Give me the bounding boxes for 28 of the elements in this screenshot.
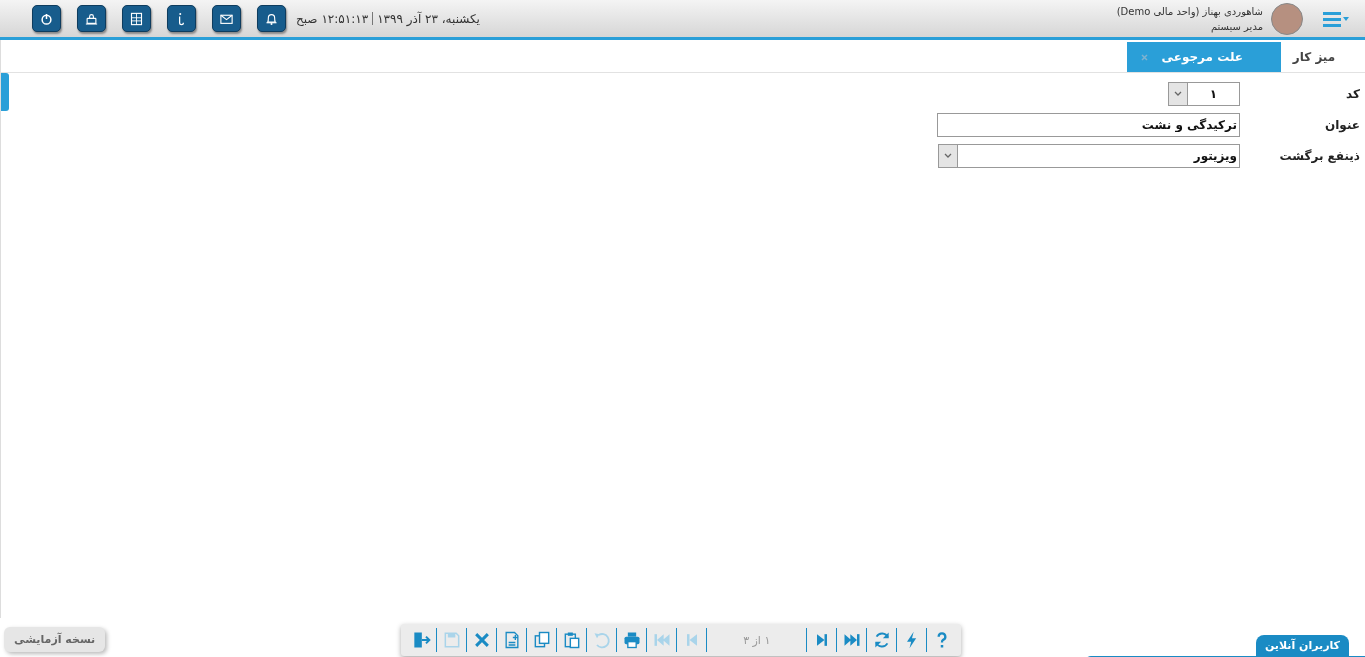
time-text: ۱۲:۵۱:۱۳ صبح <box>296 11 369 26</box>
record-counter: ۱ از ۳ <box>743 633 771 647</box>
field-label: عنوان <box>1324 117 1360 132</box>
field-label: کد <box>1345 86 1360 101</box>
menu-icon[interactable] <box>1323 10 1349 27</box>
calculator-button[interactable] <box>122 5 151 32</box>
bell-button[interactable] <box>257 5 286 32</box>
combo-field[interactable]: ویزیتور <box>957 143 1240 168</box>
combo-field[interactable]: ۱ <box>1187 81 1240 106</box>
trial-version-badge: نسخه آزمایشی <box>4 627 106 652</box>
dropdown-button[interactable] <box>938 143 957 168</box>
user-role: مدیر سیستم <box>1209 19 1263 34</box>
side-panel-handle[interactable] <box>1 73 9 111</box>
power-button[interactable] <box>32 5 61 32</box>
user-avatar[interactable] <box>1271 2 1303 35</box>
online-users-tab[interactable]: کاربران آنلاین <box>1255 635 1349 656</box>
date-text: یکشنبه، ۲۳ آذر ۱۳۹۹ <box>377 11 480 26</box>
tab[interactable]: میز کار <box>1281 42 1351 72</box>
user-name: شاهوردی بهناز (واحد مالی Demo) <box>1116 4 1263 19</box>
exit-icon <box>411 630 432 650</box>
chevron-down-icon <box>1174 90 1182 97</box>
input-field[interactable]: ترکیدگی و نشت <box>937 112 1240 137</box>
lock-button[interactable] <box>77 5 106 32</box>
chevron-down-icon <box>944 152 952 159</box>
field-label: ذینفع برگشت <box>1278 148 1360 163</box>
info-button[interactable] <box>167 5 196 32</box>
mail-button[interactable] <box>212 5 241 32</box>
dropdown-button[interactable] <box>1168 81 1187 106</box>
